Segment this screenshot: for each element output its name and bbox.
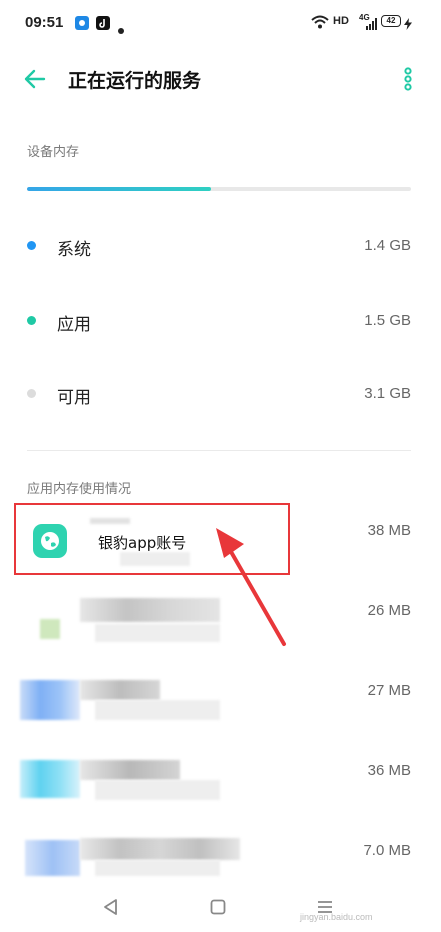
device-memory-label: 设备内存	[27, 145, 80, 160]
nav-home-button[interactable]	[210, 899, 226, 919]
notification-app-icon	[75, 15, 89, 34]
blurred-text	[95, 860, 220, 876]
memory-row-available: 可用 3.1 GB	[27, 375, 411, 415]
memory-row-value: 3.1 GB	[364, 385, 411, 402]
blurred-app-icon	[20, 760, 80, 798]
back-button[interactable]	[22, 66, 48, 92]
memory-row-label: 系统	[57, 240, 91, 260]
app-memory-size: 26 MB	[367, 602, 411, 619]
memory-row-system: 系统 1.4 GB	[27, 227, 411, 267]
blurred-text	[95, 780, 220, 800]
apps-dot-icon	[27, 316, 36, 325]
app-memory-usage-label: 应用内存使用情况	[27, 482, 132, 497]
more-vertical-icon	[404, 67, 412, 91]
blurred-text	[95, 700, 220, 720]
section-divider	[27, 450, 411, 451]
blurred-app-name	[80, 680, 160, 700]
red-arrow-icon	[216, 528, 286, 646]
memory-row-apps: 应用 1.5 GB	[27, 302, 411, 342]
app-memory-size: 36 MB	[367, 762, 411, 779]
available-dot-icon	[27, 389, 36, 398]
app-memory-size: 27 MB	[367, 682, 411, 699]
square-home-icon	[210, 899, 226, 915]
blurred-app-name	[80, 838, 240, 860]
triangle-back-icon	[104, 899, 117, 915]
blurred-app-icon	[25, 840, 80, 876]
notification-dot-icon	[118, 19, 124, 38]
memory-row-value: 1.4 GB	[364, 237, 411, 254]
memory-usage-bar-fill	[27, 187, 212, 191]
memory-row-value: 1.5 GB	[364, 312, 411, 329]
memory-usage-bar	[27, 187, 411, 191]
memory-row-label: 可用	[57, 388, 91, 408]
signal-icon	[366, 15, 378, 34]
page-title: 正在运行的服务	[68, 70, 202, 92]
charging-icon	[404, 15, 412, 34]
status-bar: 09:51 HD 4G 42	[0, 0, 441, 46]
memory-row-label: 应用	[57, 315, 91, 335]
blurred-app-icon	[40, 603, 60, 639]
blurred-app-name	[80, 598, 220, 622]
blurred-app-name	[80, 760, 180, 780]
app-memory-size: 7.0 MB	[363, 842, 411, 859]
more-options-button[interactable]	[398, 66, 418, 92]
blurred-app-icon	[20, 680, 80, 720]
watermark: jingyan.baidu.com	[300, 912, 373, 922]
network-type-label: HD	[333, 15, 349, 27]
app-memory-size: 38 MB	[367, 522, 411, 539]
battery-icon: 42	[381, 15, 401, 27]
wifi-icon	[311, 14, 329, 33]
tiktok-icon	[96, 15, 110, 34]
nav-back-button[interactable]	[102, 898, 120, 920]
back-arrow-icon	[24, 69, 46, 89]
system-dot-icon	[27, 241, 36, 250]
status-time: 09:51	[25, 14, 64, 31]
